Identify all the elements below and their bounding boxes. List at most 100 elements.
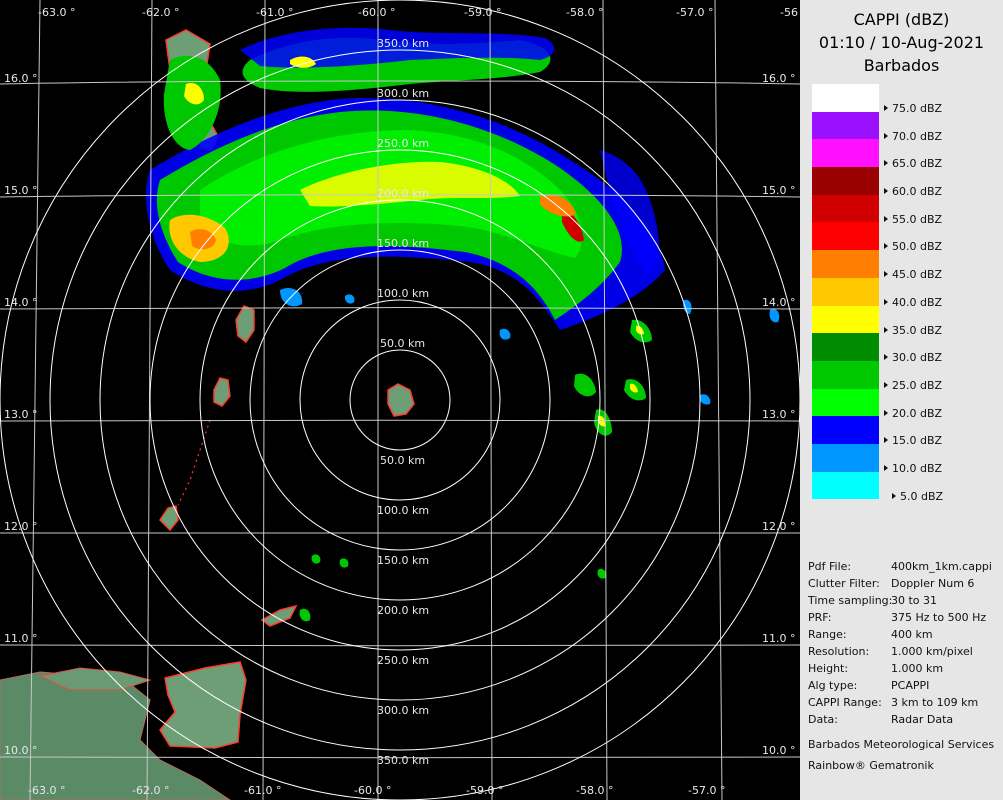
legend-tick-icon	[884, 298, 888, 305]
range-label-upper-100: 100.0 km	[377, 287, 429, 300]
lon-label-bottom: -60.0 °	[354, 784, 391, 797]
range-label-upper-50: 50.0 km	[380, 337, 425, 350]
range-label-lower-100: 100.0 km	[377, 504, 429, 517]
echo-south-scatter	[299, 554, 607, 622]
latitude-labels-right: 16.0 ° 15.0 ° 14.0 ° 13.0 ° 12.0 ° 11.0 …	[762, 72, 796, 757]
metadata-key: Height:	[808, 662, 849, 675]
range-labels-lower: 50.0 km 100.0 km 150.0 km 200.0 km 250.0…	[377, 454, 429, 767]
station-name: Barbados	[863, 56, 940, 75]
legend-swatch	[812, 84, 879, 112]
metadata-key: PRF:	[808, 611, 832, 624]
metadata-value: Radar Data	[891, 713, 954, 726]
legend-tick-icon	[884, 160, 888, 167]
legend-tick-icon	[884, 464, 888, 471]
metadata-value: 400 km	[891, 628, 933, 641]
metadata-value: 375 Hz to 500 Hz	[891, 611, 987, 624]
legend-swatch	[812, 167, 879, 195]
lat-label-right: 14.0 °	[762, 296, 796, 309]
legend-item: 20.0 dBZ	[812, 388, 1002, 420]
product-metadata: Pdf File: 400km_1km.cappi Clutter Filter: D…	[808, 558, 1003, 776]
lat-label-right: 11.0 °	[762, 632, 796, 645]
legend-item: 25.0 dBZ	[812, 360, 1002, 392]
metadata-key: CAPPI Range:	[808, 696, 882, 709]
lat-label-left: 15.0 °	[4, 184, 38, 197]
info-panel: CAPPI (dBZ) 01:10 / 10-Aug-2021 Barbados…	[800, 0, 1003, 800]
legend-item: 55.0 dBZ	[812, 194, 1002, 226]
legend-item: 75.0 dBZ	[812, 84, 1002, 115]
parallel-13	[0, 419, 800, 422]
metadata-key: Range:	[808, 628, 847, 641]
product-title: CAPPI (dBZ)	[853, 10, 950, 29]
radar-map[interactable]: 50.0 km 100.0 km 150.0 km 200.0 km 250.0…	[0, 0, 800, 800]
lat-label-right: 16.0 °	[762, 72, 796, 85]
metadata-key: Alg type:	[808, 679, 858, 692]
metadata-key: Pdf File:	[808, 560, 852, 573]
metadata-value: Doppler Num 6	[891, 577, 975, 590]
echo-east-cells	[574, 319, 652, 436]
lon-label-bottom: -57.0 °	[688, 784, 725, 797]
legend-swatch	[812, 416, 879, 444]
metadata-key: Data:	[808, 713, 838, 726]
land-barbados	[387, 383, 415, 417]
range-label-upper-200: 200.0 km	[377, 187, 429, 200]
legend-swatch	[812, 333, 879, 361]
metadata-row: PRF: 375 Hz to 500 Hz	[808, 609, 1003, 626]
lon-label-bottom: -58.0 °	[576, 784, 613, 797]
legend-swatch	[812, 194, 879, 223]
legend-swatch	[812, 222, 879, 251]
legend-tick-icon	[884, 243, 888, 250]
legend-swatch	[812, 250, 879, 278]
land-st-lucia	[235, 305, 255, 344]
metadata-row: Alg type: PCAPPI	[808, 677, 1003, 694]
legend-item: 15.0 dBZ	[812, 416, 1002, 447]
product-header: CAPPI (dBZ) 01:10 / 10-Aug-2021 Barbados	[800, 8, 1003, 77]
legend-swatch	[812, 111, 879, 140]
legend-tick-icon	[892, 492, 896, 499]
metadata-row: Resolution: 1.000 km/pixel	[808, 643, 1003, 660]
legend-swatch	[812, 277, 879, 306]
legend-item: 50.0 dBZ	[812, 222, 1002, 253]
lon-label-top: -56	[780, 6, 798, 19]
range-label-upper-150: 150.0 km	[377, 237, 429, 250]
land-grenadines	[177, 419, 211, 506]
range-label-lower-250: 250.0 km	[377, 654, 429, 667]
lat-label-left: 14.0 °	[4, 296, 38, 309]
echo-blue-scatter	[280, 287, 780, 405]
range-label-lower-300: 300.0 km	[377, 704, 429, 717]
metadata-row: CAPPI Range: 3 km to 109 km	[808, 694, 1003, 711]
meridian-58	[602, 0, 608, 800]
radar-map-canvas: 50.0 km 100.0 km 150.0 km 200.0 km 250.0…	[0, 0, 800, 800]
range-label-upper-350: 350.0 km	[377, 37, 429, 50]
parallel-14	[0, 307, 800, 310]
metadata-value: PCAPPI	[891, 679, 930, 692]
range-label-upper-300: 300.0 km	[377, 87, 429, 100]
legend-tick-icon	[884, 105, 888, 111]
lon-label-top: -57.0 °	[676, 6, 713, 19]
meridian-59	[489, 0, 493, 800]
metadata-value: 3 km to 109 km	[891, 696, 979, 709]
lat-label-left: 10.0 °	[4, 744, 38, 757]
legend-item: 70.0 dBZ	[812, 111, 1002, 143]
product-datetime: 01:10 / 10-Aug-2021	[818, 33, 985, 52]
range-label-upper-250: 250.0 km	[377, 137, 429, 150]
legend-item: 10.0 dBZ	[812, 443, 1002, 475]
lon-label-top: -61.0 °	[256, 6, 293, 19]
longitude-labels-top: -63.0 ° -62.0 ° -61.0 ° -60.0 ° -59.0 ° …	[38, 6, 798, 19]
legend-item: 60.0 dBZ	[812, 167, 1002, 198]
legend-label: 5.0 dBZ	[892, 490, 943, 503]
organization-name: Barbados Meteorological Services	[808, 738, 995, 751]
lat-label-left: 11.0 °	[4, 632, 38, 645]
legend-swatch	[812, 443, 879, 472]
legend-tick-icon	[884, 188, 888, 195]
lat-label-left: 12.0 °	[4, 520, 38, 533]
land-tobago	[260, 604, 298, 627]
legend-item: 30.0 dBZ	[812, 333, 1002, 364]
metadata-key: Resolution:	[808, 645, 870, 658]
legend-tick-icon	[884, 437, 888, 444]
metadata-value: 1.000 km	[891, 662, 944, 675]
legend-tick-icon	[884, 215, 888, 222]
legend-tick-icon	[884, 271, 888, 278]
legend-value: 5.0 dBZ	[900, 489, 944, 503]
meridian-57	[714, 0, 723, 800]
range-label-lower-50: 50.0 km	[380, 454, 425, 467]
